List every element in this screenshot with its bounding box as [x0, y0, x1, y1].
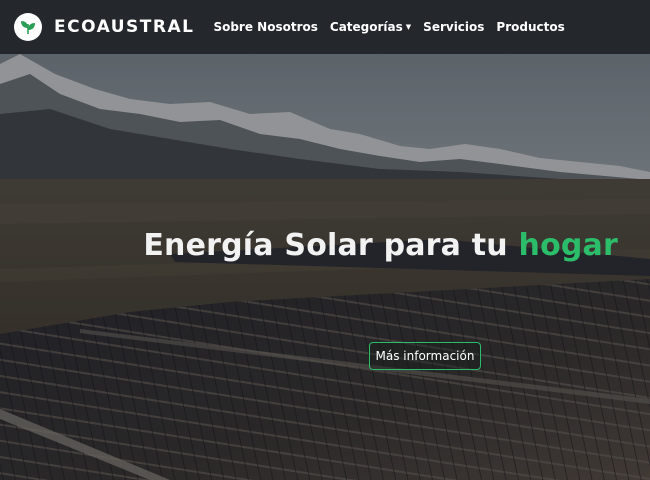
nav-links: Sobre Nosotros Categorías ▼ Servicios Pr… [213, 20, 576, 34]
nav-link-label: Sobre Nosotros [213, 20, 318, 34]
brand-name[interactable]: ECOAUSTRAL [54, 17, 194, 37]
nav-link-servicios[interactable]: Servicios [423, 20, 484, 34]
hero-section: Energía Solar para tu hogar Más informac… [0, 54, 650, 480]
nav-link-label: Servicios [423, 20, 485, 34]
leaf-logo-icon[interactable] [14, 13, 42, 41]
caret-down-icon: ▼ [405, 23, 412, 31]
hero-title-main: Energía Solar para tu [143, 228, 519, 263]
hero-title-accent: hogar [518, 228, 618, 263]
hero-title: Energía Solar para tu hogar [143, 228, 618, 263]
nav-link-label: Productos [496, 20, 565, 34]
nav-link-productos[interactable]: Productos [496, 20, 564, 34]
nav-link-categorias[interactable]: Categorías ▼ [330, 20, 411, 34]
hero-background-image [0, 54, 650, 480]
navbar: ECOAUSTRAL Sobre Nosotros Categorías ▼ S… [0, 0, 650, 54]
more-info-button[interactable]: Más información [369, 342, 481, 370]
nav-link-label: Categorías [329, 20, 403, 34]
nav-link-sobre-nosotros[interactable]: Sobre Nosotros [213, 20, 317, 34]
